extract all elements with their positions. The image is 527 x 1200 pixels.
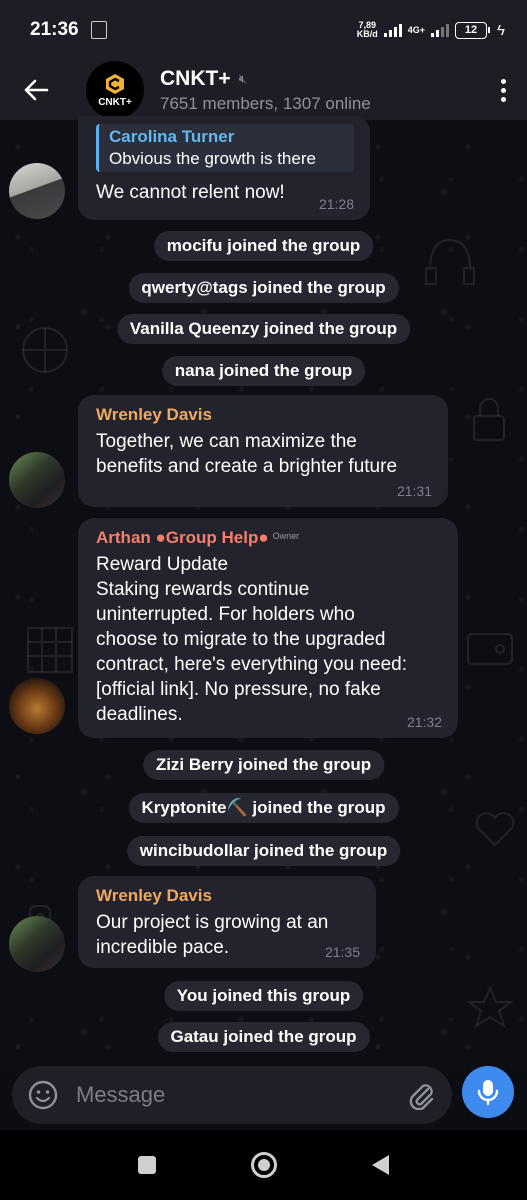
group-avatar[interactable]: CNKT+ (86, 61, 144, 119)
status-bar: 21:36 7,89 KB/d 4G+ 12 ϟ (0, 0, 527, 60)
message-bubble[interactable]: Wrenley Davis Together, we can maximize … (78, 395, 448, 507)
sender-avatar[interactable] (9, 163, 65, 219)
net-speed: 7,89 KB/d (357, 21, 378, 39)
mute-icon: 🔇︎ (238, 70, 247, 86)
chat-header: CNKT+ CNKT+ 🔇︎ 7651 members, 1307 online (0, 60, 527, 120)
message-bubble[interactable]: Arthan ●Group Help● Owner Reward Update S… (78, 518, 458, 738)
recents-button[interactable] (138, 1156, 156, 1174)
group-member-count: 7651 members, 1307 online (160, 93, 371, 113)
sender-avatar[interactable] (9, 678, 65, 734)
doodle-lock-icon (473, 398, 505, 441)
group-name: CNKT+ (160, 66, 231, 90)
doodle-heart-icon (475, 812, 515, 847)
message-time: 21:31 (396, 483, 432, 499)
service-message: Zizi Berry joined the group (142, 750, 385, 780)
doodle-basketball-icon (22, 327, 68, 373)
attach-button[interactable] (404, 1078, 438, 1112)
service-message: qwerty@tags joined the group (128, 273, 399, 303)
group-avatar-text: CNKT+ (98, 96, 132, 108)
service-message: wincibudollar joined the group (126, 836, 401, 866)
group-info[interactable]: CNKT+ 🔇︎ 7651 members, 1307 online (160, 67, 479, 114)
message-bubble[interactable]: Carolina Turner Obvious the growth is th… (78, 116, 370, 220)
owner-badge: Owner (272, 531, 300, 541)
battery-icon: 12 (455, 21, 491, 39)
notification-app-icon (90, 21, 107, 39)
emoji-icon (28, 1080, 58, 1110)
message-time: 21:32 (406, 714, 442, 730)
signal-icon (383, 23, 402, 37)
doodle-console-icon (467, 633, 513, 665)
net-speed-unit: KB/d (356, 29, 378, 39)
reply-text: Obvious the growth is there (109, 149, 316, 168)
doodle-headphones-icon (425, 238, 475, 285)
reply-sender: Carolina Turner (109, 127, 235, 146)
service-message: Gatau joined the group (157, 1022, 370, 1052)
sender-avatar[interactable] (9, 452, 65, 508)
message-input[interactable] (76, 1082, 404, 1108)
more-menu-button[interactable] (479, 78, 527, 102)
cnkt-logo-icon (106, 73, 124, 94)
system-back-button[interactable] (372, 1155, 389, 1175)
message-text: Together, we can maximize the benefits a… (96, 431, 398, 477)
service-message: nana joined the group (161, 356, 366, 386)
message-text: Our project is growing at an incredible … (96, 912, 329, 958)
signal-2-icon (431, 23, 450, 37)
doodle-star-icon (466, 985, 514, 1029)
more-vert-icon (500, 78, 506, 84)
status-indicators: 7,89 KB/d 4G+ 12 ϟ (357, 21, 505, 39)
charging-icon: ϟ (497, 21, 505, 39)
message-text: We cannot relent now! (96, 182, 285, 203)
sender-name[interactable]: Wrenley Davis (96, 405, 432, 425)
message-time: 21:28 (318, 196, 354, 212)
battery-level: 12 (464, 23, 478, 36)
service-message: mocifu joined the group (153, 231, 374, 261)
back-button[interactable] (0, 60, 72, 120)
system-nav-bar (0, 1130, 527, 1200)
message-bubble[interactable]: Wrenley Davis Our project is growing at … (78, 876, 376, 968)
message-time: 21:35 (324, 944, 360, 960)
home-icon (258, 1159, 270, 1171)
doodle-grid-icon (27, 627, 73, 673)
service-message: Kryptonite⛏️ joined the group (128, 793, 399, 823)
attach-icon (409, 1084, 434, 1110)
network-type: 4G+ (407, 24, 426, 35)
sender-avatar[interactable] (9, 916, 65, 972)
mic-icon (477, 1080, 499, 1106)
reply-quote[interactable]: Carolina Turner Obvious the growth is th… (96, 124, 354, 172)
service-message: Vanilla Queenzy joined the group (116, 314, 411, 344)
message-composer (12, 1066, 452, 1124)
status-time: 21:36 (30, 19, 79, 40)
service-message: You joined this group (163, 981, 364, 1011)
sender-name[interactable]: Wrenley Davis (96, 886, 360, 906)
sender-name[interactable]: Arthan ●Group Help● Owner (96, 528, 442, 548)
voice-record-button[interactable] (462, 1066, 514, 1118)
back-arrow-icon (24, 79, 49, 101)
home-button[interactable] (251, 1152, 277, 1178)
sender-name-text: Arthan ●Group Help● (96, 528, 269, 547)
emoji-button[interactable] (26, 1078, 60, 1112)
message-text: Reward Update Staking rewards continue u… (96, 554, 407, 725)
